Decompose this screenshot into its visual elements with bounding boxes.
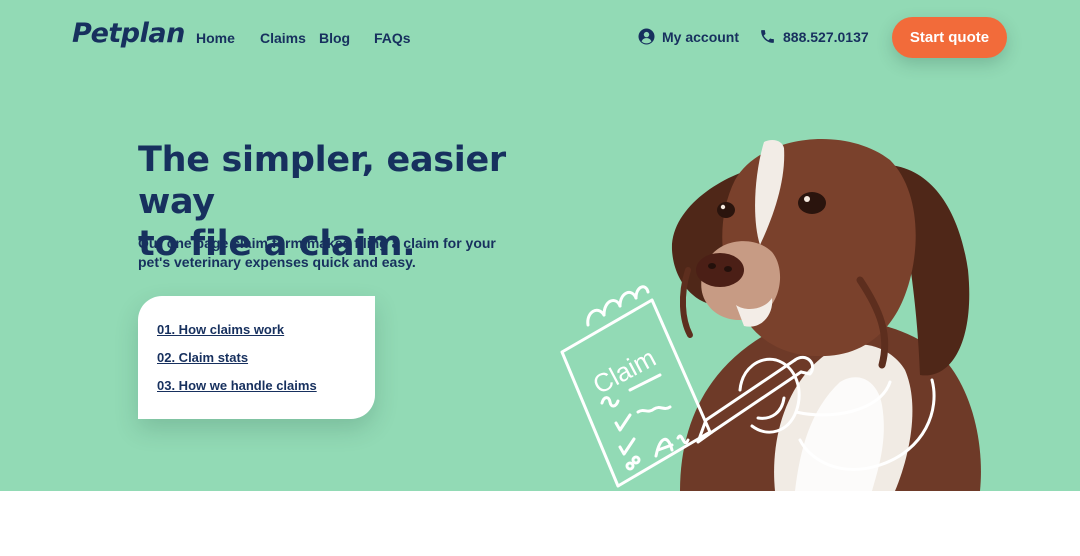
- link-how-we-handle-claims[interactable]: 03. How we handle claims: [157, 378, 317, 393]
- page-body: [0, 491, 1080, 556]
- link-claim-stats[interactable]: 02. Claim stats: [157, 350, 248, 365]
- title-line-1: The simpler, easier way: [138, 140, 506, 222]
- nav-claims[interactable]: Claims: [260, 30, 306, 46]
- claims-links-card: 01. How claims work 02. Claim stats 03. …: [138, 296, 375, 419]
- my-account-link[interactable]: My account: [638, 28, 739, 45]
- my-account-label: My account: [662, 28, 740, 45]
- phone-number: 888.527.0137: [783, 28, 869, 45]
- start-quote-button[interactable]: Start quote: [892, 17, 1007, 58]
- link-how-claims-work[interactable]: 01. How claims work: [157, 322, 284, 337]
- user-circle-icon: [638, 28, 655, 45]
- nav-blog[interactable]: Blog: [319, 30, 350, 46]
- petplan-logo[interactable]: Petplan: [72, 18, 185, 49]
- phone-icon: [759, 28, 776, 45]
- hero-section: Petplan Home Claims Blog FAQs My account…: [0, 0, 1080, 491]
- illustration-claim-text: Claim: [588, 342, 661, 400]
- nav-faqs[interactable]: FAQs: [374, 30, 411, 46]
- nav-home[interactable]: Home: [196, 30, 235, 46]
- hero-subtitle: Our one page claim form makes filing a c…: [138, 235, 496, 270]
- dog-photo: Claim: [560, 138, 981, 491]
- phone-link[interactable]: 888.527.0137: [759, 28, 869, 45]
